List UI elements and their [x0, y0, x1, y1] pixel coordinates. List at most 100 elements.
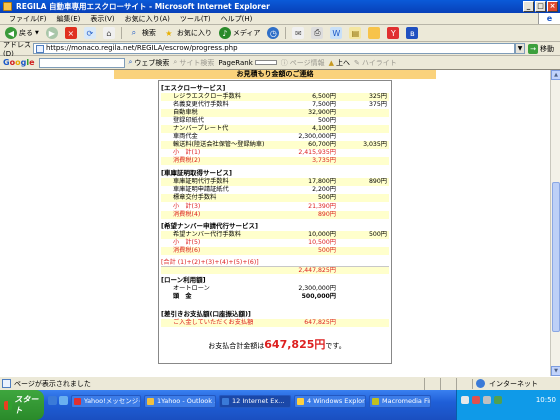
page-info-button[interactable]: ⓘ ページ情報 [281, 58, 325, 68]
highlighter-icon: ✎ [354, 58, 360, 67]
taskbar-item-messenger[interactable]: Yahoo!メッセンジャー [71, 395, 141, 408]
search-button[interactable]: ⌕ 検索 [126, 27, 158, 39]
tray-security-icon[interactable] [494, 396, 502, 404]
menu-help[interactable]: ヘルプ(H) [216, 14, 258, 24]
start-button[interactable]: スタート [0, 390, 44, 420]
desktop-icon[interactable] [59, 396, 68, 405]
table-row: 登録印紙代 500円 [173, 117, 336, 124]
window-titlebar: REGILA 自動車専用エスクローサイト - Microsoft Interne… [0, 0, 560, 13]
google-search-input[interactable] [38, 57, 125, 68]
discuss-button[interactable]: ▤ [347, 27, 363, 39]
scroll-up-button[interactable]: ▲ [551, 70, 560, 80]
menu-tools[interactable]: ツール(T) [175, 14, 216, 24]
back-label: 戻る [19, 29, 33, 37]
home-button[interactable]: ⌂ [101, 27, 117, 39]
table-row: 車庫証明申請証紙代 2,200円 [173, 186, 336, 193]
back-button[interactable]: ◀ 戻る ▼ [3, 27, 41, 39]
history-button[interactable]: ◷ [265, 27, 281, 39]
clock: 10:50 [535, 396, 556, 404]
back-dropdown-icon[interactable]: ▼ [35, 30, 39, 36]
edit-button[interactable]: W [328, 27, 344, 39]
history-icon: ◷ [267, 27, 280, 39]
tray-messenger-icon[interactable] [472, 396, 480, 404]
grand-total-formula: [合計 (1)+(2)+(3)+(4)+(5)+(6)] [161, 259, 259, 266]
home-icon: ⌂ [102, 27, 115, 39]
menu-file[interactable]: ファイル(F) [4, 14, 52, 24]
tray-network-icon[interactable] [461, 396, 469, 404]
escrow-section-title: [エスクローサービス] [161, 84, 226, 92]
search-icon: ⌕ [131, 28, 137, 37]
up-folder-icon: ▲ [328, 58, 335, 67]
taskbar-item-explorer[interactable]: 4 Windows Explor... [294, 395, 366, 408]
vertical-scrollbar[interactable]: ▲ ▼ [550, 70, 560, 376]
maximize-button[interactable]: □ [535, 1, 546, 12]
tax-row: 消費税(2) 3,735円 [161, 157, 389, 165]
google-toolbar: Google ⌕ ウェブ検索 ⌕ サイト検索 PageRank ⓘ ページ情報 … [0, 56, 560, 70]
quick-launch [48, 396, 68, 405]
table-row: 名義変更代行手数料 7,500円 375円 [173, 101, 387, 108]
address-bar: アドレス(D) https://monaco.regila.net/REGILA… [0, 40, 560, 58]
close-button[interactable]: × [547, 1, 558, 12]
stop-button[interactable]: × [63, 27, 79, 39]
ie-quicklaunch-icon[interactable] [48, 396, 57, 405]
highlight-button[interactable]: ✎ ハイライト [354, 58, 397, 68]
google-search-icon: ⌕ [128, 58, 133, 66]
final-total: お支払合計金額は647,825円です。 [208, 338, 346, 351]
web-search-button[interactable]: ⌕ ウェブ検索 [129, 58, 170, 68]
status-bar: ページが表示されました インターネット [0, 376, 560, 390]
taskbar-item-fireworks[interactable]: Macromedia Firew... [369, 395, 431, 408]
scroll-down-button[interactable]: ▼ [551, 366, 560, 376]
go-button[interactable]: → 移動 [528, 43, 554, 54]
menu-favorites[interactable]: お気に入り(A) [120, 14, 175, 24]
status-cell [456, 377, 472, 390]
menu-view[interactable]: 表示(V) [85, 14, 119, 24]
loan-section-title: [ローン利用額] [161, 276, 206, 284]
taskbar-item-outlook[interactable]: 1Yahoo - Outlook ... [144, 395, 216, 408]
standard-toolbar: ◀ 戻る ▼ ▶ × ⟳ ⌂ ⌕ 検索 ★ お気に入り ♪ メディア ◷ ✉ ⎙… [0, 25, 560, 42]
table-row: 頭 金 500,000円 [173, 293, 336, 300]
address-label: アドレス(D) [3, 40, 31, 58]
scroll-thumb[interactable] [552, 182, 560, 332]
menu-edit[interactable]: 編集(E) [52, 14, 86, 24]
ie-app-icon [3, 2, 12, 11]
bluetooth-button[interactable]: ʙ [404, 27, 420, 39]
folder-icon [368, 27, 381, 39]
print-button[interactable]: ⎙ [309, 27, 325, 39]
google-logo[interactable]: Google [3, 58, 35, 67]
table-row: レジラエスクロー手数料 6,500円 325円 [161, 93, 389, 101]
payment-section-title: [差引きお支払額(口座振込額)] [161, 310, 251, 318]
windows-logo-icon: e [538, 13, 560, 24]
mail-button[interactable]: ✉ [290, 27, 306, 39]
page-done-icon [2, 378, 11, 388]
stop-icon: × [64, 27, 77, 39]
favorites-button[interactable]: ★ お気に入り [161, 27, 214, 39]
folder-button[interactable] [366, 27, 382, 39]
table-row: 自動車税 32,900円 [161, 109, 389, 117]
address-dropdown-button[interactable]: ▼ [515, 43, 525, 54]
table-row: 輸送料(陸送会社保管～登録納車) 60,700円 3,035円 [161, 141, 389, 149]
taskbar: スタート Yahoo!メッセンジャー 1Yahoo - Outlook ... … [0, 390, 560, 420]
taskbar-item-internet-explorer[interactable]: 12 Internet Ex... [219, 395, 291, 408]
table-row: ナンバープレート代 4,100円 [161, 125, 389, 133]
refresh-button[interactable]: ⟳ [82, 27, 98, 39]
windows-flag-icon [4, 400, 13, 410]
payment-row: ご入金していただくお支払額 647,825円 [161, 319, 389, 327]
up-button[interactable]: ▲ 上へ [329, 58, 350, 68]
pagerank-bar [254, 60, 277, 65]
globe-icon [476, 378, 485, 388]
search-label: 検索 [141, 29, 156, 37]
site-search-button[interactable]: ⌕ サイト検索 [173, 58, 214, 68]
minimize-button[interactable]: _ [523, 1, 534, 12]
tray-volume-icon[interactable] [483, 396, 491, 404]
media-button[interactable]: ♪ メディア [217, 27, 263, 39]
address-input[interactable]: https://monaco.regila.net/REGILA/escrow/… [33, 43, 515, 54]
system-tray: 10:50 [456, 390, 560, 420]
messenger-button[interactable]: Y [385, 27, 401, 39]
forward-button[interactable]: ▶ [44, 27, 60, 39]
toolbar-separator [120, 27, 122, 39]
bluetooth-icon: ʙ [406, 27, 419, 39]
forward-arrow-icon: ▶ [45, 27, 58, 39]
refresh-icon: ⟳ [83, 27, 96, 39]
discuss-icon: ▤ [349, 27, 362, 39]
status-cell [440, 377, 456, 390]
